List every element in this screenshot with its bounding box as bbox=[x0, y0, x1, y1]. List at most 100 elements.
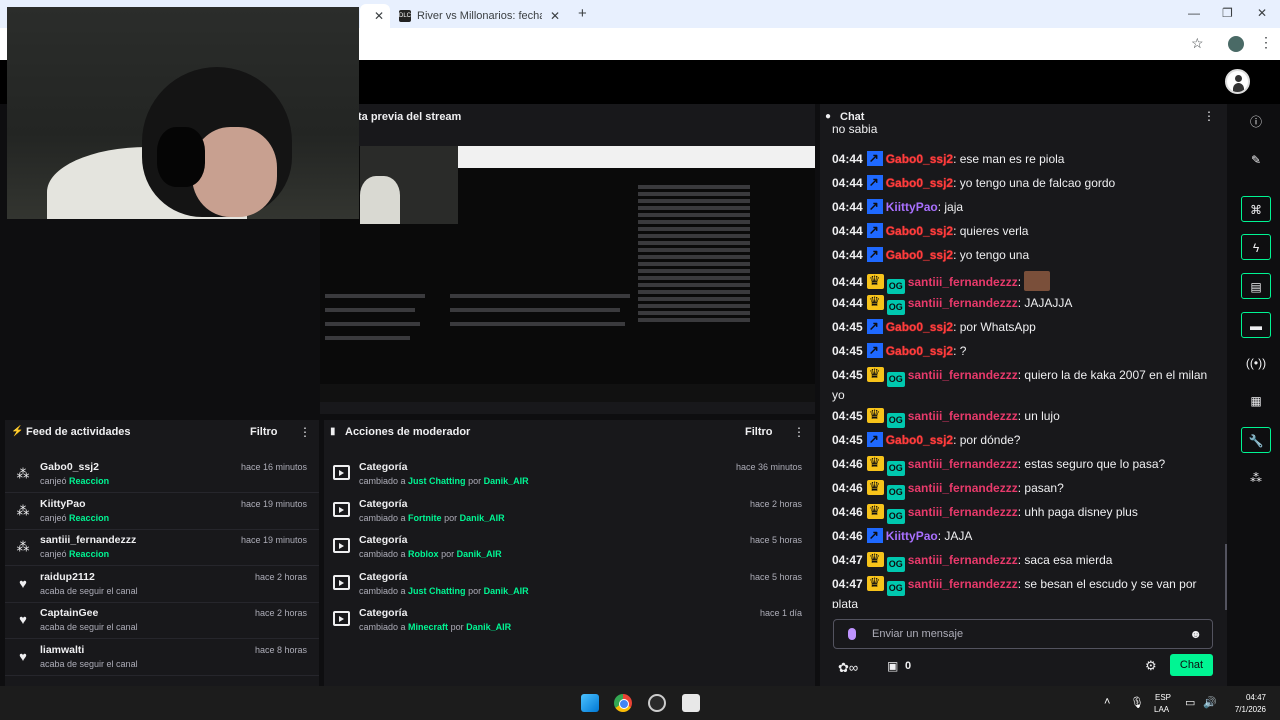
feed-username[interactable]: liamwalti bbox=[40, 644, 84, 656]
feed-item[interactable]: ⁂ KiittyPao canjeó Reaccion hace 19 minutos bbox=[5, 493, 319, 530]
emote-icon[interactable] bbox=[1024, 271, 1051, 291]
browser-menu-icon[interactable]: ⋮ bbox=[1259, 34, 1273, 51]
user-avatar[interactable] bbox=[1225, 69, 1250, 94]
chat-message-list[interactable]: no sabia 04:44Gabo0_ssj2: ese man es re … bbox=[820, 124, 1225, 608]
prime-badge-icon[interactable] bbox=[866, 150, 883, 167]
lightning-rail-icon[interactable]: ϟ bbox=[1241, 234, 1271, 260]
crown-badge-icon[interactable] bbox=[866, 406, 884, 423]
mod-action-item[interactable]: Categoría cambiado a Roblox por Danik_AIR… bbox=[324, 529, 815, 566]
chat-scrollbar[interactable] bbox=[1225, 544, 1227, 610]
chat-message[interactable]: 04:47OGsantiii_fernandezzz: se besan el … bbox=[832, 574, 1212, 608]
channel-points-icon[interactable]: ✿∞ bbox=[838, 660, 858, 676]
bookmark-star-icon[interactable]: ☆ bbox=[1191, 35, 1204, 52]
chrome-icon[interactable] bbox=[614, 694, 632, 712]
browser-profile-avatar[interactable] bbox=[1228, 36, 1244, 52]
info-icon[interactable]: ⓘ bbox=[1241, 109, 1271, 135]
close-tab-icon[interactable]: ✕ bbox=[550, 9, 560, 23]
close-tab-icon[interactable]: ✕ bbox=[374, 9, 384, 23]
chat-username[interactable]: Gabo0_ssj2 bbox=[886, 248, 953, 262]
mod-menu-icon[interactable]: ⋮ bbox=[793, 425, 805, 439]
broadcast-icon[interactable]: ((•)) bbox=[1241, 350, 1271, 376]
crown-badge-icon[interactable] bbox=[866, 454, 884, 471]
chat-rail-icon[interactable]: ▬ bbox=[1241, 312, 1271, 338]
chat-username[interactable]: Gabo0_ssj2 bbox=[886, 224, 953, 238]
chat-message[interactable]: 04:46KiittyPao: JAJA bbox=[832, 527, 1212, 545]
store-icon[interactable] bbox=[682, 694, 700, 712]
minimize-icon[interactable]: — bbox=[1188, 6, 1200, 20]
chat-send-button[interactable]: Chat bbox=[1170, 654, 1213, 676]
mod-action-category[interactable]: Minecraft bbox=[408, 622, 448, 632]
chat-username[interactable]: santiii_fernandezzz bbox=[908, 481, 1018, 495]
og-badge-icon[interactable]: OG bbox=[886, 485, 905, 500]
printer-icon[interactable]: ▦ bbox=[1241, 388, 1271, 414]
crown-badge-icon[interactable] bbox=[866, 478, 884, 495]
feed-username[interactable]: santiii_fernandezzz bbox=[40, 534, 136, 546]
chat-username[interactable]: Gabo0_ssj2 bbox=[886, 344, 953, 358]
tab-current[interactable]: ✕ bbox=[360, 4, 390, 28]
chat-input[interactable]: Enviar un mensaje ☻ bbox=[833, 619, 1213, 649]
tray-network-icon[interactable]: ▭ bbox=[1185, 696, 1195, 709]
chat-message[interactable]: 04:44Gabo0_ssj2: yo tengo una de falcao … bbox=[832, 174, 1212, 192]
tray-time[interactable]: 04:47 bbox=[1240, 693, 1266, 702]
chat-menu-icon[interactable]: ⋮ bbox=[1203, 109, 1215, 123]
feed-username[interactable]: raidup2112 bbox=[40, 571, 95, 583]
tray-keyboard-layout[interactable]: LAA bbox=[1154, 705, 1169, 714]
crown-badge-icon[interactable] bbox=[866, 365, 884, 382]
og-badge-icon[interactable]: OG bbox=[886, 461, 905, 476]
og-badge-icon[interactable]: OG bbox=[886, 557, 905, 572]
chat-username[interactable]: KiittyPao bbox=[886, 529, 938, 543]
mod-filter-button[interactable]: Filtro bbox=[745, 426, 773, 438]
chat-message[interactable]: 04:47OGsantiii_fernandezzz: saca esa mie… bbox=[832, 550, 1212, 572]
microphone-icon[interactable] bbox=[848, 628, 856, 640]
maximize-icon[interactable]: ❐ bbox=[1222, 6, 1233, 20]
prime-badge-icon[interactable] bbox=[866, 174, 883, 191]
og-badge-icon[interactable]: OG bbox=[886, 509, 905, 524]
mod-action-user[interactable]: Danik_AIR bbox=[457, 549, 502, 559]
mod-action-item[interactable]: Categoría cambiado a Just Chatting por Da… bbox=[324, 456, 815, 493]
chat-username[interactable]: santiii_fernandezzz bbox=[908, 505, 1018, 519]
chat-username[interactable]: Gabo0_ssj2 bbox=[886, 152, 953, 166]
mod-action-item[interactable]: Categoría cambiado a Minecraft por Danik_… bbox=[324, 602, 815, 639]
chat-message[interactable]: 04:46OGsantiii_fernandezzz: uhh paga dis… bbox=[832, 502, 1212, 524]
chat-message[interactable]: 04:45Gabo0_ssj2: por dónde? bbox=[832, 431, 1212, 449]
mod-action-user[interactable]: Danik_AIR bbox=[484, 476, 529, 486]
prime-badge-icon[interactable] bbox=[866, 431, 883, 448]
prime-badge-icon[interactable] bbox=[866, 342, 883, 359]
tray-language[interactable]: ESP bbox=[1155, 693, 1171, 702]
crown-badge-icon[interactable] bbox=[866, 574, 884, 591]
chat-username[interactable]: KiittyPao bbox=[886, 200, 938, 214]
new-tab-icon[interactable]: + bbox=[578, 5, 587, 22]
feed-username[interactable]: CaptainGee bbox=[40, 607, 98, 619]
crown-badge-icon[interactable] bbox=[866, 550, 884, 567]
chat-message[interactable]: 04:44KiittyPao: jaja bbox=[832, 198, 1212, 216]
clip-icon[interactable]: ⌘ bbox=[1241, 196, 1271, 222]
emote-picker-icon[interactable]: ☻ bbox=[1189, 627, 1202, 641]
chat-message[interactable]: 04:44Gabo0_ssj2: quieres verla bbox=[832, 222, 1212, 240]
gift-icon[interactable]: ▣ bbox=[887, 659, 898, 673]
chat-username[interactable]: Gabo0_ssj2 bbox=[886, 320, 953, 334]
tray-volume-icon[interactable]: 🔊 bbox=[1203, 696, 1217, 709]
og-badge-icon[interactable]: OG bbox=[886, 413, 905, 428]
mod-action-category[interactable]: Roblox bbox=[408, 549, 439, 559]
chat-message[interactable]: 04:45Gabo0_ssj2: ? bbox=[832, 342, 1212, 360]
chat-username[interactable]: santiii_fernandezzz bbox=[908, 577, 1018, 591]
close-window-icon[interactable]: ✕ bbox=[1257, 6, 1267, 20]
og-badge-icon[interactable]: OG bbox=[886, 300, 905, 315]
chat-message[interactable]: 04:44OGsantiii_fernandezzz: bbox=[832, 271, 1212, 294]
chat-message[interactable]: 04:44Gabo0_ssj2: yo tengo una bbox=[832, 246, 1212, 264]
chat-message[interactable]: 04:46OGsantiii_fernandezzz: pasan? bbox=[832, 478, 1212, 500]
pencil-icon[interactable]: ✎ bbox=[1241, 147, 1271, 173]
chat-username[interactable]: santiii_fernandezzz bbox=[908, 275, 1018, 289]
prime-badge-icon[interactable] bbox=[866, 246, 883, 263]
feed-item[interactable]: ♥ CaptainGee acaba de seguir el canal hace … bbox=[5, 602, 319, 640]
chat-message[interactable]: 04:45OGsantiii_fernandezzz: quiero la de… bbox=[832, 365, 1212, 404]
mod-action-item[interactable]: Categoría cambiado a Just Chatting por Da… bbox=[324, 566, 815, 603]
activity-filter-button[interactable]: Filtro bbox=[250, 426, 278, 438]
chat-message[interactable]: 04:44Gabo0_ssj2: ese man es re piola bbox=[832, 150, 1212, 168]
chat-username[interactable]: santiii_fernandezzz bbox=[908, 409, 1018, 423]
chat-settings-icon[interactable]: ⚙ bbox=[1145, 658, 1157, 674]
users-icon[interactable]: ⁂ bbox=[1241, 465, 1271, 491]
chat-username[interactable]: Gabo0_ssj2 bbox=[886, 176, 953, 190]
chat-username[interactable]: santiii_fernandezzz bbox=[908, 457, 1018, 471]
obs-icon[interactable] bbox=[648, 694, 666, 712]
